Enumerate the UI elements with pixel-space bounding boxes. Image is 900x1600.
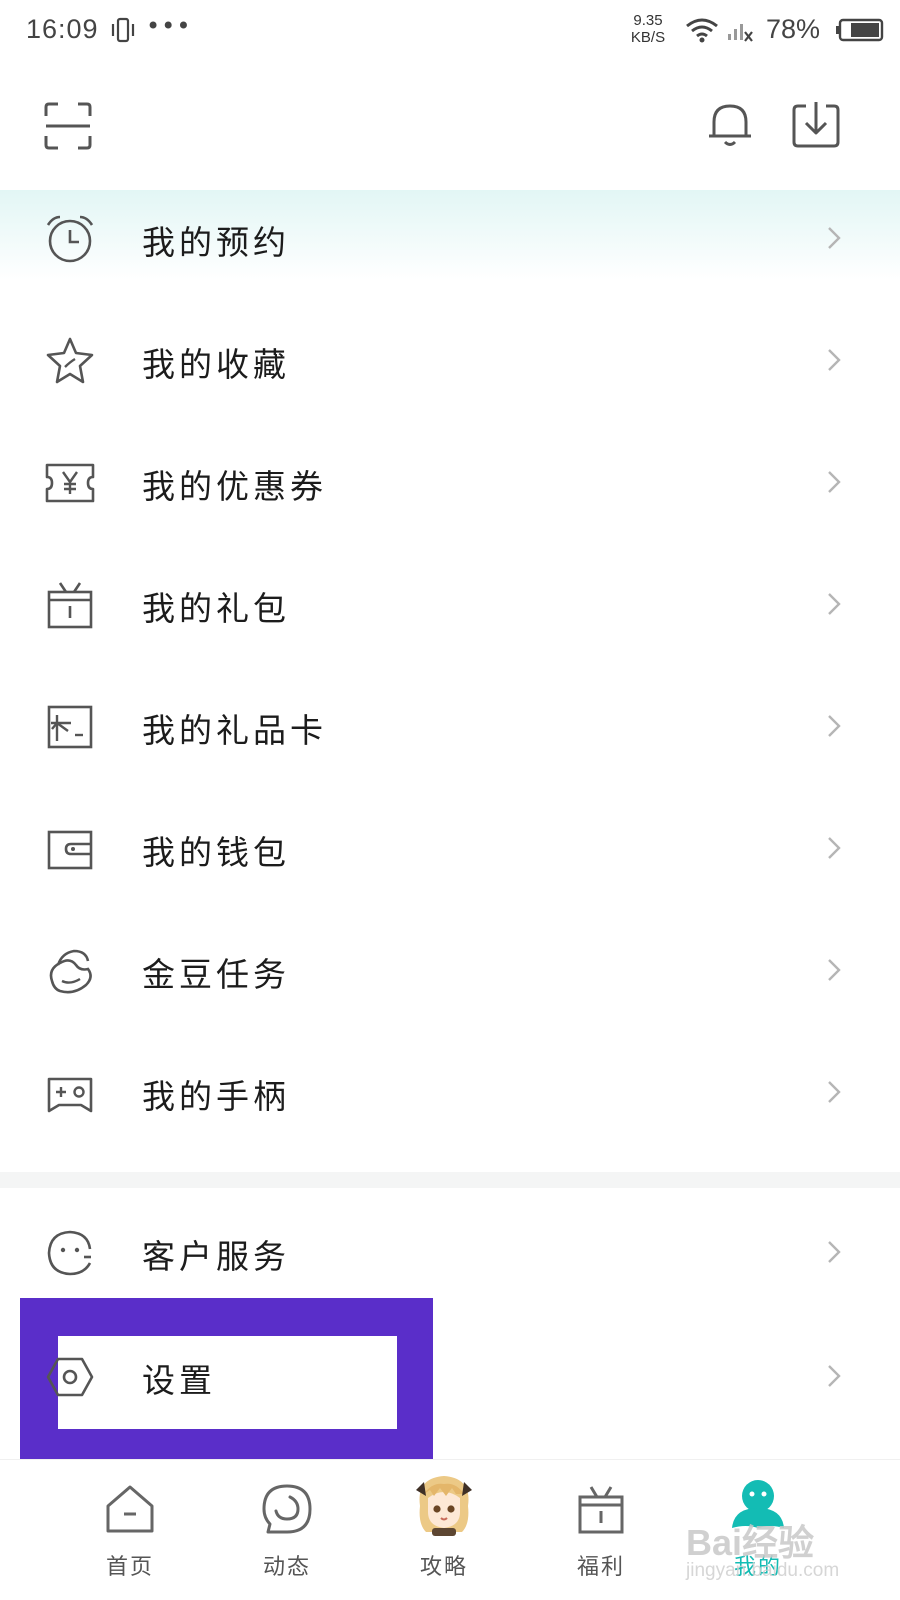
scan-icon[interactable]	[42, 100, 94, 152]
status-time: 16:09	[26, 14, 99, 44]
tab-label: 首页	[105, 1555, 154, 1580]
vibrate-icon	[111, 17, 135, 43]
gamepad-icon	[47, 1077, 93, 1113]
chevron-right-icon	[828, 593, 841, 615]
menu-item-label: 设置	[142, 1361, 216, 1400]
tab-home[interactable]: 首页	[70, 1460, 190, 1600]
menu-item-gift-cards[interactable]: 我的礼品卡	[0, 664, 900, 786]
menu-item-label: 我的手柄	[142, 1077, 290, 1116]
download-icon[interactable]	[790, 98, 842, 150]
status-more-dots: •••	[146, 12, 192, 40]
wallet-icon	[47, 830, 93, 870]
menu-item-settings[interactable]: 设置	[0, 1314, 900, 1436]
menu-item-gold-bean-tasks[interactable]: 金豆任务	[0, 908, 900, 1030]
wifi-icon	[686, 18, 718, 43]
chevron-right-icon	[828, 227, 841, 249]
menu-item-controllers[interactable]: 我的手柄	[0, 1030, 900, 1152]
gift-box-icon	[47, 582, 93, 629]
menu-item-label: 金豆任务	[142, 955, 290, 994]
home-icon	[106, 1485, 154, 1533]
tab-label: 动态	[262, 1555, 311, 1580]
tab-label: 福利	[576, 1555, 625, 1580]
chevron-right-icon	[828, 715, 841, 737]
menu-item-coupons[interactable]: 我的优惠券	[0, 420, 900, 542]
network-speed: 9.35 KB/S	[626, 12, 670, 46]
status-bar: 16:09 ••• 9.35 KB/S 78%	[0, 0, 900, 64]
network-speed-unit: KB/S	[630, 29, 666, 46]
tab-welfare[interactable]: 福利	[541, 1460, 661, 1600]
chevron-right-icon	[828, 471, 841, 493]
gift-card-icon	[47, 705, 93, 749]
header	[0, 64, 900, 192]
menu-item-label: 我的礼品卡	[142, 711, 327, 750]
menu-item-favorites[interactable]: 我的收藏	[0, 298, 900, 420]
chevron-right-icon	[828, 1365, 841, 1387]
star-icon	[46, 337, 94, 384]
settings-icon	[46, 1357, 94, 1397]
battery-percent: 78%	[766, 14, 821, 44]
menu-item-label: 我的收藏	[142, 345, 290, 384]
bell-icon[interactable]	[704, 98, 756, 150]
section-divider	[0, 1172, 900, 1188]
menu-item-wallet[interactable]: 我的钱包	[0, 786, 900, 908]
menu-item-label: 客户服务	[142, 1237, 290, 1276]
activity-icon	[262, 1484, 312, 1534]
guide-avatar-icon	[416, 1476, 472, 1536]
tab-label: 攻略	[419, 1555, 468, 1580]
tab-activity[interactable]: 动态	[227, 1460, 347, 1600]
chevron-right-icon	[828, 837, 841, 859]
watermark-url: jingyan.baidu.com	[686, 1560, 840, 1581]
chevron-right-icon	[828, 959, 841, 981]
customer-service-icon	[47, 1230, 92, 1276]
menu-item-label: 我的优惠券	[142, 467, 327, 506]
menu-item-label: 我的预约	[142, 223, 290, 262]
bean-icon	[49, 949, 92, 994]
welfare-gift-icon	[578, 1486, 624, 1534]
menu-item-label: 我的礼包	[142, 589, 290, 628]
chevron-right-icon	[828, 1241, 841, 1263]
alarm-clock-icon	[46, 215, 94, 263]
chevron-right-icon	[828, 349, 841, 371]
watermark-brand: Bai经验	[686, 1522, 815, 1563]
tab-guides[interactable]: 攻略	[384, 1460, 504, 1600]
menu-item-label: 我的钱包	[142, 833, 290, 872]
coupon-icon	[45, 463, 95, 503]
menu-item-customer-service[interactable]: 客户服务	[0, 1190, 900, 1312]
network-speed-value: 9.35	[633, 12, 663, 29]
chevron-right-icon	[828, 1081, 841, 1103]
menu-item-gift-packs[interactable]: 我的礼包	[0, 542, 900, 664]
baidu-jingyan-watermark: Bai经验 jingyan.baidu.com	[686, 1514, 870, 1590]
battery-icon	[836, 18, 884, 42]
menu-item-reservations[interactable]: 我的预约	[0, 176, 900, 298]
cellular-signal-icon	[728, 24, 753, 42]
